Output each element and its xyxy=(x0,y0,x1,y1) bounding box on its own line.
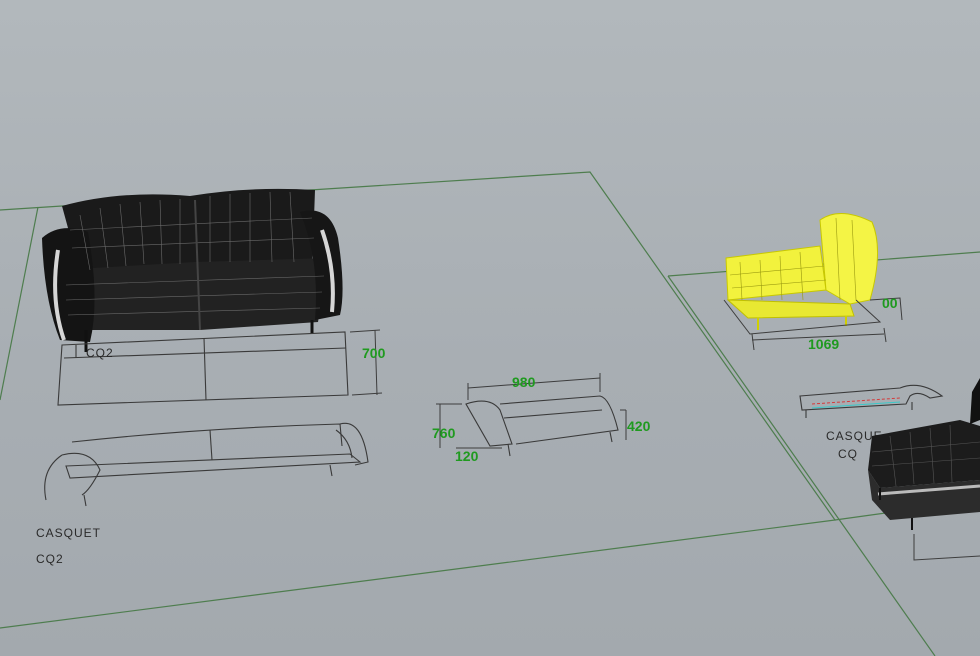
side-height-dimension: 760 xyxy=(432,425,456,441)
selected-chaise-module[interactable] xyxy=(723,213,903,335)
right-side-elevation[interactable] xyxy=(799,384,944,418)
side-leg-dimension: 120 xyxy=(455,448,479,464)
sofa-3d-wireframe[interactable] xyxy=(42,188,343,352)
model-code-label: CQ2 xyxy=(36,552,64,566)
viewport-canvas[interactable]: CQ2 700 CASQUET CQ2 980 760 420 120 1069… xyxy=(0,0,980,656)
sofa-plan-view[interactable] xyxy=(57,331,349,406)
right-model-code-label: CQ xyxy=(838,447,858,461)
model-name-label: CASQUET xyxy=(36,526,101,540)
side-seat-height-dimension: 420 xyxy=(627,418,651,434)
sofa-depth-dimension: 700 xyxy=(362,345,386,361)
depth-dimension xyxy=(349,329,383,396)
chaise-width-dimension: 1069 xyxy=(808,336,839,352)
rhino-viewport[interactable]: CQ2 700 CASQUET CQ2 980 760 420 120 1069… xyxy=(0,0,980,656)
plan-code-label: CQ2 xyxy=(86,346,114,360)
side-width-dimension: 980 xyxy=(512,374,536,390)
sofa-front-elevation[interactable] xyxy=(44,422,369,507)
chaise-partial-dimension: 00 xyxy=(882,295,898,311)
sofa-side-elevation[interactable] xyxy=(465,395,619,457)
